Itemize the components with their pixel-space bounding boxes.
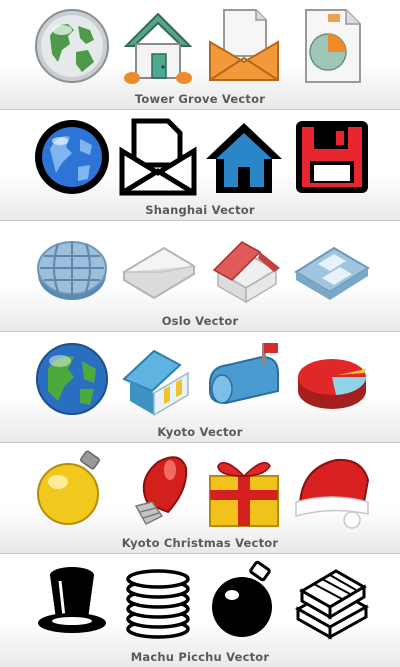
icon-set-title: Kyoto Christmas Vector — [121, 536, 279, 550]
floppy-disk-icon — [294, 246, 370, 300]
house-icon — [122, 349, 189, 417]
envelope-icon — [209, 9, 279, 81]
globe-icon — [35, 9, 109, 83]
icon-set-title: Kyoto Vector — [157, 425, 243, 439]
mailbox-icon — [209, 343, 279, 405]
globe-icon — [36, 343, 108, 415]
globe-icon — [37, 241, 107, 300]
floppy-disk-icon — [296, 121, 368, 193]
envelope-icon — [119, 118, 197, 196]
icon-set-title: Oslo Vector — [161, 314, 239, 328]
report-chart-icon — [305, 9, 361, 83]
icon-set-panel-kyoto: Kyoto Vector — [0, 333, 400, 443]
icon-set-panel-machu-picchu: Machu Picchu Vector — [0, 555, 400, 667]
gift-icon — [209, 461, 279, 527]
icon-sets-showcase: Tower Grove Vector Shanghai Vector Oslo … — [0, 0, 400, 667]
top-hat-icon — [38, 567, 106, 633]
icon-set-title: Tower Grove Vector — [134, 92, 266, 106]
ornament-icon — [212, 560, 272, 637]
pie-chart-icon — [298, 359, 367, 409]
envelope-icon — [122, 246, 196, 300]
coin-stack-icon — [126, 569, 190, 639]
icon-set-title: Machu Picchu Vector — [130, 650, 270, 664]
icon-set-panel-tower-grove: Tower Grove Vector — [0, 0, 400, 110]
house-icon — [212, 241, 280, 304]
house-icon — [123, 12, 193, 84]
icon-set-panel-kyoto-christmas: Kyoto Christmas Vector — [0, 444, 400, 554]
icon-set-title: Shanghai Vector — [145, 203, 255, 217]
ornament-icon — [37, 450, 100, 525]
christmas-light-icon — [134, 456, 188, 525]
globe-icon — [35, 120, 109, 194]
santa-hat-icon — [295, 458, 370, 529]
icon-set-panel-shanghai: Shanghai Vector — [0, 111, 400, 221]
books-icon — [294, 569, 370, 640]
icon-set-panel-oslo: Oslo Vector — [0, 222, 400, 332]
house-icon — [206, 123, 282, 193]
